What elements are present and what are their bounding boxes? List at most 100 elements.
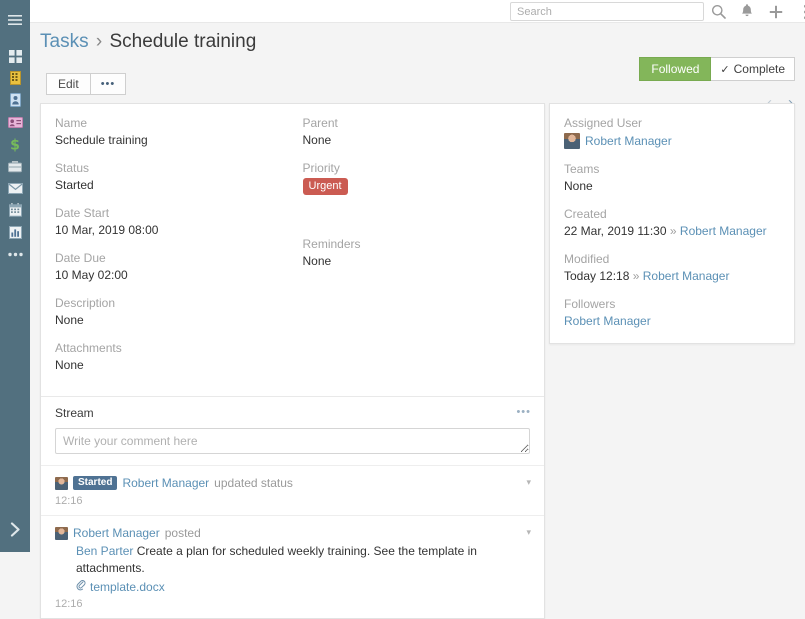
field-status-value: Started bbox=[55, 178, 279, 193]
field-teams: Teams None bbox=[564, 162, 780, 194]
post-timestamp: 12:16 bbox=[55, 594, 530, 610]
bell-icon[interactable] bbox=[739, 4, 755, 20]
follower-link[interactable]: Robert Manager bbox=[564, 314, 780, 329]
followed-button[interactable]: Followed bbox=[639, 57, 711, 81]
field-attachments-value: None bbox=[55, 358, 279, 373]
modified-date: Today 12:18 bbox=[564, 269, 629, 283]
post-author-link[interactable]: Robert Manager bbox=[122, 475, 209, 491]
avatar bbox=[564, 133, 580, 149]
post-timestamp: 12:16 bbox=[55, 491, 530, 507]
briefcase-icon bbox=[8, 160, 22, 173]
field-followers: Followers Robert Manager bbox=[564, 297, 780, 329]
svg-text:$: $ bbox=[10, 137, 20, 152]
search-input[interactable] bbox=[510, 2, 704, 21]
search-icon[interactable] bbox=[710, 4, 726, 20]
field-date-start: Date Start 10 Mar, 2019 08:00 bbox=[55, 206, 279, 238]
priority-badge: Urgent bbox=[303, 178, 348, 195]
id-card-icon bbox=[10, 93, 21, 107]
field-modified: Modified Today 12:18 » Robert Manager bbox=[564, 252, 780, 284]
breadcrumb-separator: › bbox=[96, 31, 102, 52]
detail-panel: Name Schedule training Status Started Da… bbox=[40, 103, 545, 619]
created-separator: » bbox=[670, 224, 677, 238]
sidebar-item-opportunities[interactable]: $ bbox=[0, 133, 30, 155]
paperclip-icon bbox=[76, 580, 86, 594]
field-reminders-label: Reminders bbox=[303, 237, 531, 251]
more-actions-button[interactable]: ••• bbox=[91, 73, 127, 95]
dashboard-grid-icon bbox=[9, 50, 22, 63]
field-reminders-value: None bbox=[303, 254, 531, 269]
field-date-due-label: Date Due bbox=[55, 251, 279, 265]
plus-icon[interactable] bbox=[768, 4, 784, 20]
bar-chart-icon bbox=[9, 226, 22, 239]
sidebar-item-accounts[interactable] bbox=[0, 67, 30, 89]
post-body: Ben Parter Create a plan for scheduled w… bbox=[76, 541, 530, 577]
top-bar-actions bbox=[710, 0, 805, 23]
sidebar-item-calendar[interactable] bbox=[0, 199, 30, 221]
sidebar-item-more[interactable] bbox=[0, 243, 30, 265]
field-description: Description None bbox=[55, 296, 279, 328]
field-date-start-label: Date Start bbox=[55, 206, 279, 220]
side-panel: Assigned User Robert Manager Teams None … bbox=[549, 103, 795, 344]
modified-by-link[interactable]: Robert Manager bbox=[643, 269, 730, 283]
edit-button[interactable]: Edit bbox=[46, 73, 91, 95]
comment-input[interactable] bbox=[55, 428, 530, 454]
assigned-user-link[interactable]: Robert Manager bbox=[585, 134, 672, 149]
post-mention-link[interactable]: Ben Parter bbox=[76, 544, 133, 558]
breadcrumb: Tasks › Schedule training bbox=[40, 31, 256, 53]
sidebar-item-dashboard[interactable] bbox=[0, 45, 30, 67]
comment-box bbox=[55, 428, 530, 457]
post-body-text: Create a plan for scheduled weekly train… bbox=[76, 544, 477, 575]
ellipsis-icon bbox=[8, 252, 23, 257]
main-content: Tasks › Schedule training Edit ••• Follo… bbox=[30, 23, 805, 552]
sidebar-item-cases[interactable] bbox=[0, 155, 30, 177]
dollar-icon: $ bbox=[9, 137, 21, 152]
page-title: Schedule training bbox=[109, 31, 256, 52]
stream-menu-icon[interactable]: ••• bbox=[516, 406, 531, 418]
envelope-icon bbox=[8, 183, 23, 194]
avatar bbox=[55, 527, 68, 540]
field-modified-label: Modified bbox=[564, 252, 780, 266]
field-name-value: Schedule training bbox=[55, 133, 279, 148]
stream-post: Started Robert Manager updated status ▾ … bbox=[41, 465, 544, 515]
calendar-icon bbox=[9, 203, 22, 217]
avatar bbox=[55, 477, 68, 490]
field-followers-label: Followers bbox=[564, 297, 780, 311]
hamburger-menu-icon[interactable] bbox=[0, 9, 30, 31]
post-author-link[interactable]: Robert Manager bbox=[73, 525, 160, 541]
field-teams-label: Teams bbox=[564, 162, 780, 176]
field-assigned-user: Assigned User Robert Manager bbox=[564, 116, 780, 149]
complete-button[interactable]: ✓ Complete bbox=[711, 57, 795, 81]
top-bar bbox=[30, 0, 805, 23]
chevron-down-icon[interactable]: ▾ bbox=[526, 527, 531, 538]
field-name: Name Schedule training bbox=[55, 116, 279, 148]
field-created-label: Created bbox=[564, 207, 780, 221]
sidebar-item-leads[interactable] bbox=[0, 111, 30, 133]
detail-fields-right-column: Parent None Priority Urgent Reminders No… bbox=[293, 116, 545, 386]
search-box bbox=[510, 2, 704, 21]
post-action-text: posted bbox=[165, 525, 201, 541]
chevron-down-icon[interactable]: ▾ bbox=[526, 477, 531, 488]
sidebar-item-email[interactable] bbox=[0, 177, 30, 199]
sidebar-item-reports[interactable] bbox=[0, 221, 30, 243]
field-status: Status Started bbox=[55, 161, 279, 193]
vertical-dots-icon[interactable] bbox=[797, 4, 805, 20]
breadcrumb-parent-link[interactable]: Tasks bbox=[40, 31, 89, 52]
field-date-start-value: 10 Mar, 2019 08:00 bbox=[55, 223, 279, 238]
record-status-buttons: Followed ✓ Complete bbox=[639, 57, 795, 81]
sidebar-expand-button[interactable] bbox=[0, 518, 30, 540]
field-parent: Parent None bbox=[303, 116, 531, 148]
created-date: 22 Mar, 2019 11:30 bbox=[564, 224, 667, 238]
field-teams-value: None bbox=[564, 179, 780, 194]
attachment-link[interactable]: template.docx bbox=[90, 580, 165, 594]
post-attachment: template.docx bbox=[76, 577, 530, 594]
sidebar-item-contacts[interactable] bbox=[0, 89, 30, 111]
field-date-due-value: 10 May 02:00 bbox=[55, 268, 279, 283]
stream-title: Stream bbox=[55, 406, 94, 420]
field-parent-label: Parent bbox=[303, 116, 531, 130]
created-by-link[interactable]: Robert Manager bbox=[680, 224, 767, 238]
detail-fields: Name Schedule training Status Started Da… bbox=[41, 104, 544, 396]
field-attachments: Attachments None bbox=[55, 341, 279, 373]
field-priority-label: Priority bbox=[303, 161, 531, 175]
field-parent-value: None bbox=[303, 133, 531, 148]
check-icon: ✓ bbox=[720, 63, 729, 76]
